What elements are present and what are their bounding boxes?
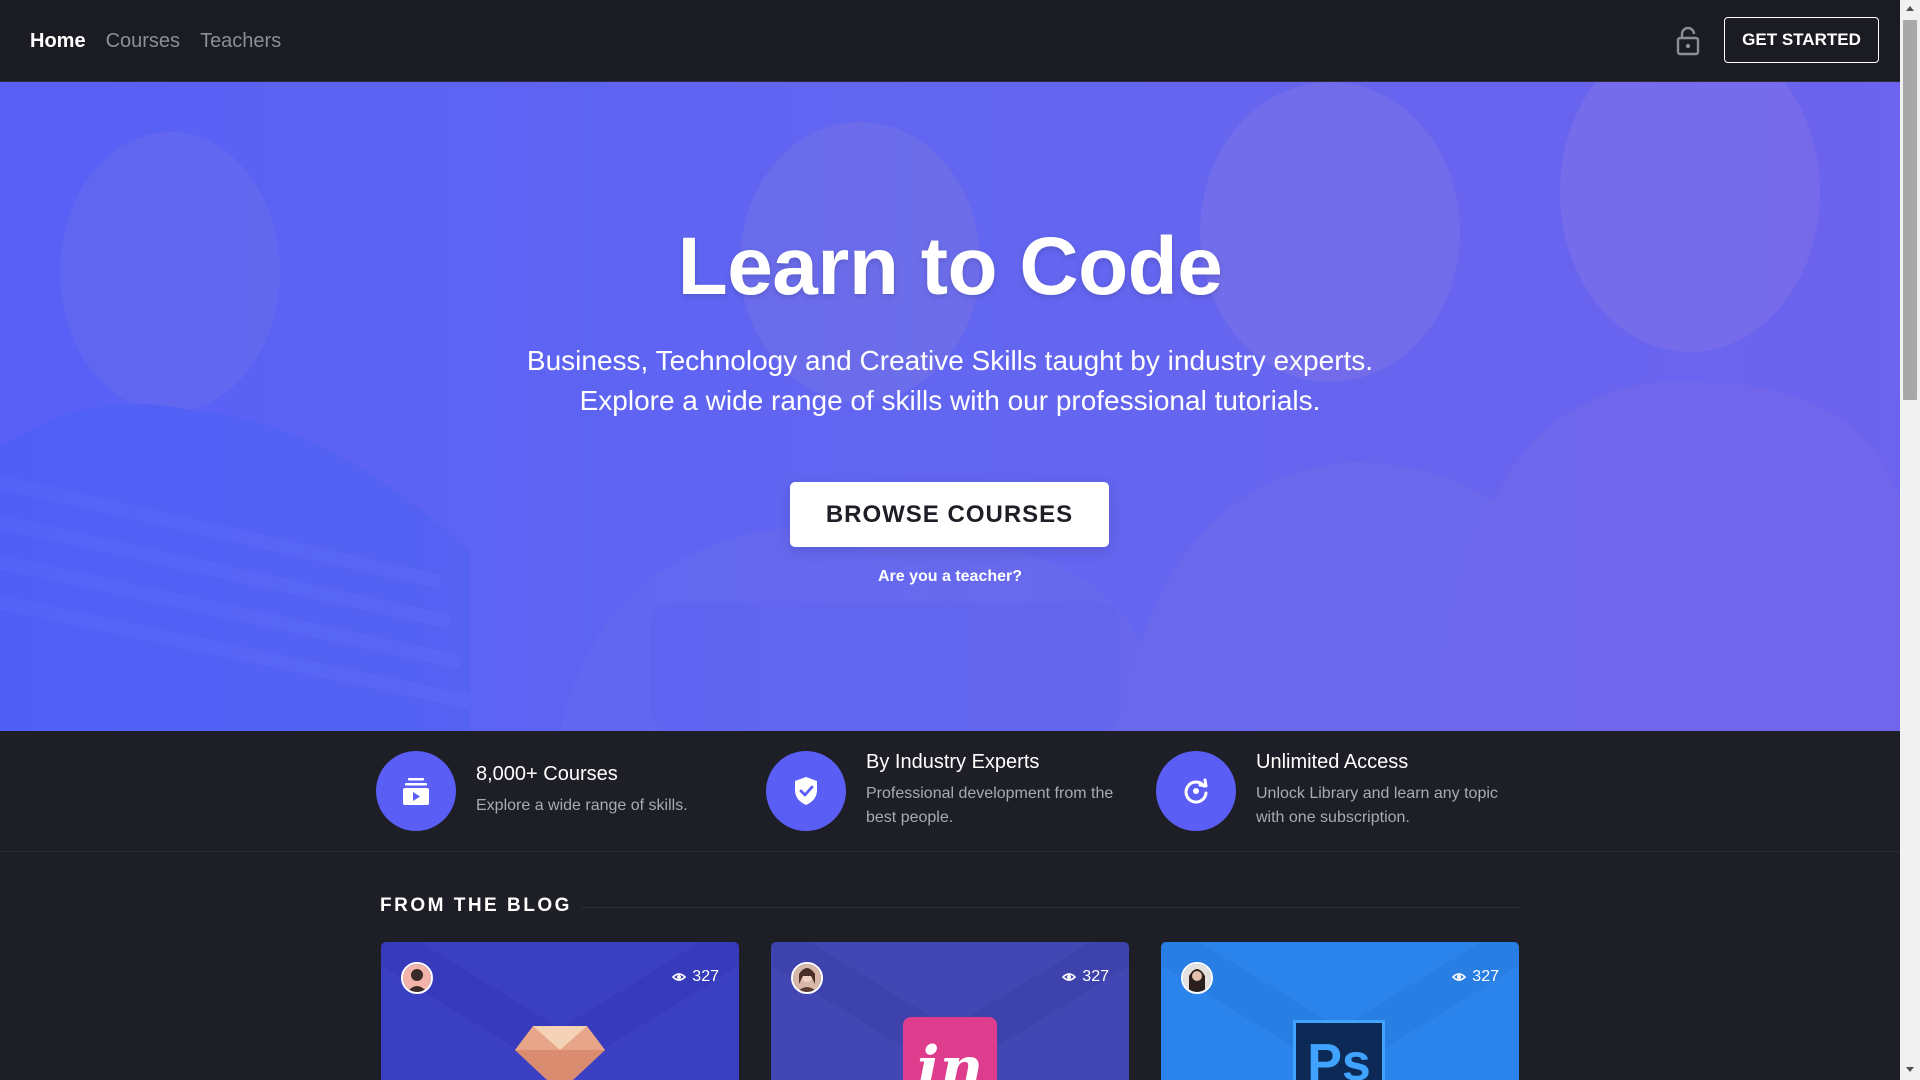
page-scrollbar[interactable] [1900,0,1920,1080]
blog-divider [582,907,1520,908]
blog-card-invision[interactable]: 327 in [771,942,1129,1080]
top-navbar: Home Courses Teachers GET STARTED [0,0,1900,82]
author-avatar[interactable] [791,962,823,994]
refresh-icon [1156,751,1236,831]
photoshop-logo-text: Ps [1307,1034,1371,1080]
view-count-value: 327 [1472,968,1499,985]
view-count: 327 [1062,968,1109,986]
blog-card-sketch[interactable]: 327 [381,942,739,1080]
lock-open-icon[interactable] [1675,26,1701,56]
eye-icon [672,973,687,981]
view-count: 327 [672,968,719,986]
feature-desc: Explore a wide range of skills. [476,797,688,814]
features-strip: 8,000+ Courses Explore a wide range of s… [0,731,1900,852]
nav-home[interactable]: Home [30,30,86,53]
eye-icon [1452,973,1467,981]
feature-desc: Unlock Library and learn any topic with … [1256,785,1498,826]
feature-title: By Industry Experts [866,751,1040,773]
hero-title: Learn to Code [677,221,1223,312]
eye-icon [1062,973,1077,981]
feature-desc: Professional development from the best p… [866,785,1114,826]
nav-courses[interactable]: Courses [106,30,180,53]
sketch-diamond-icon [515,1022,605,1080]
view-count: 327 [1452,968,1499,986]
hero-section: Learn to Code Business, Technology and C… [0,82,1900,731]
video-library-icon [376,751,456,831]
author-avatar[interactable] [401,962,433,994]
nav-teachers[interactable]: Teachers [200,30,281,53]
hero-subtitle-line2: Explore a wide range of skills with our … [579,385,1321,416]
scroll-down-arrow-icon[interactable] [1906,1067,1914,1072]
scroll-up-arrow-icon[interactable] [1906,6,1914,11]
scrollbar-thumb[interactable] [1903,20,1917,400]
blog-card-photoshop[interactable]: 327 Ps [1161,942,1519,1080]
invision-icon: in [903,1017,997,1080]
browse-courses-button[interactable]: BROWSE COURSES [790,482,1109,547]
photoshop-icon: Ps [1293,1020,1385,1080]
feature-title: Unlimited Access [1256,751,1409,773]
get-started-button[interactable]: GET STARTED [1724,17,1879,63]
hero-subtitle-line1: Business, Technology and Creative Skills… [526,345,1374,376]
teacher-link[interactable]: Are you a teacher? [0,568,1900,586]
feature-experts: By Industry Experts Professional develop… [766,751,1131,831]
view-count-value: 327 [692,968,719,985]
invision-logo-text: in [916,1034,984,1080]
feature-courses: 8,000+ Courses Explore a wide range of s… [376,751,741,831]
view-count-value: 327 [1082,968,1109,985]
feature-access: Unlimited Access Unlock Library and lear… [1156,751,1521,831]
author-avatar[interactable] [1181,962,1213,994]
nav-links: Home Courses Teachers [30,0,281,82]
blog-heading: FROM THE BLOG [380,895,572,916]
verified-shield-icon [766,751,846,831]
feature-title: 8,000+ Courses [476,763,618,785]
